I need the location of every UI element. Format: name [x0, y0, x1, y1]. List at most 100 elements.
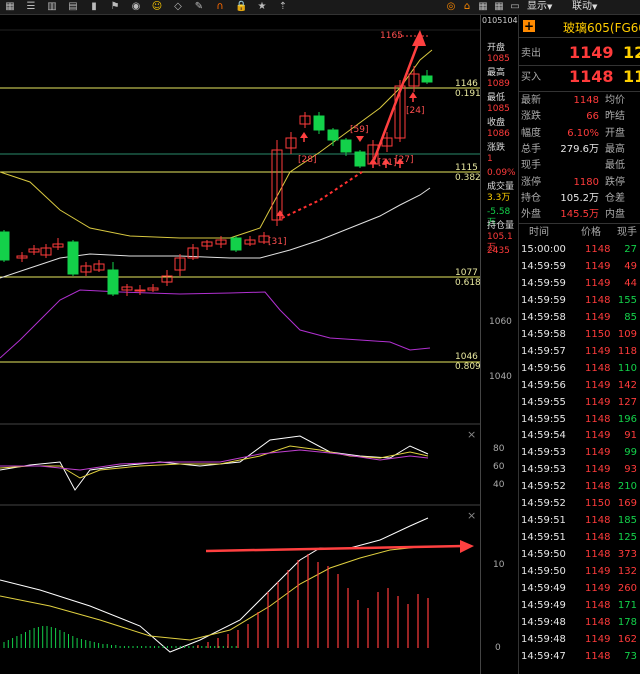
tick-volume: 91: [624, 430, 637, 442]
arrow-up-icon[interactable]: ⇡: [277, 1, 289, 13]
chart-area[interactable]: 1165 [28] [59] [31] [27] [24] [31] 1146 …: [0, 15, 481, 674]
count-label: [28]: [298, 155, 317, 165]
tick-volume: 196: [617, 413, 637, 425]
tick-row: 14:59:48 1149 162: [519, 632, 640, 648]
tick-time: 14:59:49: [521, 599, 566, 611]
close-icon[interactable]: ×: [467, 509, 476, 522]
display-menu[interactable]: 显示▼: [527, 0, 552, 14]
stat-label: 昨结: [605, 111, 625, 123]
tick-time: 14:59:54: [521, 430, 566, 442]
axis-tick: 10: [493, 560, 505, 570]
tick-volume: 127: [617, 396, 637, 408]
mid-band: [0, 187, 431, 279]
tick-row: 14:59:59 1149 49: [519, 259, 640, 275]
tick-price: 1148: [585, 599, 611, 611]
quote-panel: + 玻璃605(FG60 卖出 1149 12 买入 1148 11 最新 114…: [518, 15, 640, 674]
tick-price: 1149: [585, 260, 611, 272]
lock-icon[interactable]: 🔒: [235, 1, 247, 13]
tick-time: 14:59:58: [521, 328, 566, 340]
tick-price: 1149: [585, 311, 611, 323]
tick-price: 1148: [585, 244, 611, 255]
axis-tick: 80: [493, 444, 505, 454]
info-label: 收盘: [487, 118, 506, 128]
circle-icon[interactable]: ◉: [130, 1, 142, 13]
info-value: 1086: [487, 129, 510, 139]
grid-icon[interactable]: ▦: [493, 1, 505, 13]
ring-icon[interactable]: ◎: [445, 1, 457, 13]
tick-price: 1149: [585, 447, 611, 459]
link-menu[interactable]: 联动▼: [572, 0, 597, 14]
candle-body: [67, 241, 79, 275]
tick-row: 14:59:56 1149 142: [519, 378, 640, 394]
candle-body: [340, 139, 352, 153]
tick-row: 14:59:54 1149 91: [519, 428, 640, 444]
candle-body: [313, 115, 325, 131]
candle-body: [230, 237, 242, 251]
edit-icon[interactable]: ⌂: [461, 1, 473, 13]
tick-price: 1149: [585, 379, 611, 391]
pen-icon[interactable]: ✎: [193, 1, 205, 13]
stat-label: 持仓: [521, 192, 541, 204]
tick-time: 14:59:53: [521, 464, 566, 476]
magnet-icon[interactable]: ∩: [214, 1, 226, 13]
bar-chart-icon[interactable]: ▥: [46, 1, 58, 13]
tick-volume: 155: [617, 294, 637, 306]
tick-volume: 169: [617, 498, 637, 510]
tick-row: 14:59:58 1150 109: [519, 327, 640, 343]
stat-label: 开盘: [605, 127, 625, 139]
info-value: 2435: [487, 246, 510, 256]
stat-row: 涨停 1180 跌停: [519, 175, 640, 190]
tick-time: 14:59:50: [521, 566, 566, 578]
info-value: 1085: [487, 104, 510, 114]
eraser-icon[interactable]: ◇: [172, 1, 184, 13]
candle-body: [421, 75, 433, 83]
grid-icon[interactable]: ▤: [67, 1, 79, 13]
info-value: 1089: [487, 79, 510, 89]
tick-row: 14:59:47 1148 73: [519, 649, 640, 665]
tick-price: 1149: [585, 277, 611, 289]
tick-row: 14:59:49 1148 171: [519, 598, 640, 614]
tick-volume: 27: [624, 244, 637, 255]
signal-arrow-down: [356, 136, 364, 142]
header-volume: 现手: [617, 227, 637, 238]
stat-label: 现手: [521, 160, 541, 172]
lower-band: [0, 289, 431, 359]
tick-price: 1148: [585, 413, 611, 425]
stat-value: 1148: [573, 95, 599, 106]
stat-label: 总手: [521, 143, 541, 155]
stat-label: 内盘: [605, 209, 625, 221]
add-icon[interactable]: +: [523, 20, 535, 32]
info-value: 1: [487, 154, 493, 164]
candle-body: [134, 289, 146, 292]
candle-icon[interactable]: ▮: [88, 1, 100, 13]
buy-volume: 11: [623, 67, 640, 86]
level-pct: 0.191: [455, 89, 481, 99]
tick-volume: 260: [617, 583, 637, 594]
flag-icon[interactable]: ⚑: [109, 1, 121, 13]
sell-price: 1149: [569, 43, 614, 62]
smile-icon[interactable]: ☺: [151, 1, 163, 13]
tick-row: 14:59:48 1148 178: [519, 615, 640, 631]
tick-volume: 142: [617, 379, 637, 391]
table-icon[interactable]: ▦: [4, 1, 16, 13]
list-icon[interactable]: ☰: [25, 1, 37, 13]
tick-price: 1148: [585, 294, 611, 306]
stat-row: 现手 最低: [519, 158, 640, 173]
tick-volume: 44: [624, 277, 637, 289]
buy-row: 买入 1148 11: [519, 67, 640, 89]
star-icon[interactable]: ★: [256, 1, 268, 13]
tick-volume: 373: [617, 549, 637, 561]
datetime-label: 01051045: [482, 16, 523, 25]
stat-label: 涨跌: [521, 111, 541, 123]
tick-volume: 132: [617, 566, 637, 578]
tick-price: 1148: [585, 532, 611, 544]
grid-icon[interactable]: ▦: [477, 1, 489, 13]
stat-value: 1180: [573, 176, 599, 188]
minimize-icon[interactable]: ▭: [509, 1, 521, 13]
tick-price: 1148: [585, 650, 611, 662]
tick-price: 1149: [585, 396, 611, 408]
info-label: 开盘: [487, 43, 506, 53]
signal-arrow-up: [369, 158, 377, 164]
candle-body: [327, 129, 339, 141]
close-icon[interactable]: ×: [467, 428, 476, 441]
